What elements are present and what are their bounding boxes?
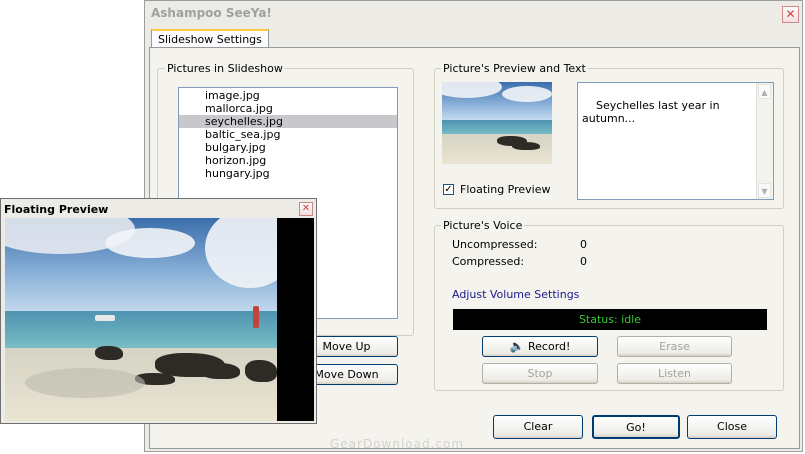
caption-scrollbar[interactable]: ▲ ▼ xyxy=(756,83,773,199)
stop-button[interactable]: Stop xyxy=(482,363,598,384)
close-icon: ✕ xyxy=(301,203,311,214)
list-item[interactable]: bulgary.jpg xyxy=(179,141,397,154)
record-button[interactable]: 🔈 Record! xyxy=(482,336,598,357)
adjust-volume-link[interactable]: Adjust Volume Settings xyxy=(452,288,579,301)
list-item[interactable]: mallorca.jpg xyxy=(179,102,397,115)
clear-button[interactable]: Clear xyxy=(493,415,583,439)
scroll-down-icon[interactable]: ▼ xyxy=(758,183,771,198)
floating-preview-checkbox[interactable]: ✓ xyxy=(443,184,454,195)
status-display: Status: idle xyxy=(453,309,767,330)
list-item[interactable]: image.jpg xyxy=(179,89,397,102)
record-label: Record! xyxy=(528,340,571,353)
list-item[interactable]: baltic_sea.jpg xyxy=(179,128,397,141)
scroll-up-icon[interactable]: ▲ xyxy=(758,84,771,99)
window-close-button[interactable]: ✕ xyxy=(782,6,799,23)
preview-group-label: Picture's Preview and Text xyxy=(441,62,588,75)
floating-window-title: Floating Preview xyxy=(4,203,109,216)
caption-textarea[interactable]: Seychelles last year in autumn... ▲ ▼ xyxy=(577,82,774,200)
erase-button[interactable]: Erase xyxy=(617,336,732,357)
uncompressed-value: 0 xyxy=(580,238,587,251)
watermark: GearDownload.com xyxy=(330,437,465,451)
window-title: Ashampoo SeeYa! xyxy=(151,6,272,20)
close-button[interactable]: Close xyxy=(687,415,777,439)
checkmark-icon: ✓ xyxy=(444,184,453,195)
list-item-selected[interactable]: seychelles.jpg xyxy=(179,115,397,128)
uncompressed-label: Uncompressed: xyxy=(452,238,538,251)
pictures-group-label: Pictures in Slideshow xyxy=(165,62,285,75)
close-icon: ✕ xyxy=(785,7,796,21)
floating-preview-label: Floating Preview xyxy=(460,183,551,196)
voice-group-label: Picture's Voice xyxy=(441,219,525,232)
compressed-label: Compressed: xyxy=(452,255,525,268)
floating-preview-window: Floating Preview ✕ xyxy=(0,198,317,424)
floating-preview-image xyxy=(5,218,314,421)
caption-text: Seychelles last year in autumn... xyxy=(582,99,720,125)
speaker-icon: 🔈 xyxy=(509,339,525,353)
picture-thumbnail xyxy=(442,82,552,164)
floating-window-close-button[interactable]: ✕ xyxy=(299,202,313,216)
compressed-value: 0 xyxy=(580,255,587,268)
list-item[interactable]: hungary.jpg xyxy=(179,167,397,180)
listen-button[interactable]: Listen xyxy=(617,363,732,384)
list-item[interactable]: horizon.jpg xyxy=(179,154,397,167)
go-button[interactable]: Go! xyxy=(592,415,680,439)
tab-slideshow-settings[interactable]: Slideshow Settings xyxy=(151,29,269,47)
